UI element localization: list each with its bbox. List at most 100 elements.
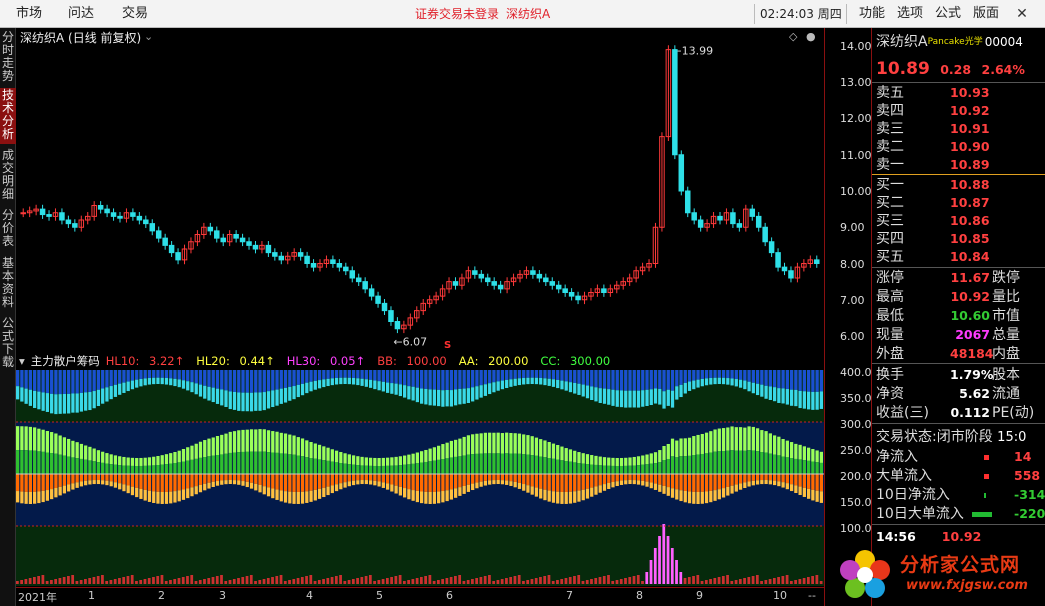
indicator-bar: [37, 428, 41, 452]
tab-fundamentals[interactable]: 基本资料: [0, 256, 16, 312]
indicator-volume-bar: [488, 575, 491, 584]
indicator-bar: [254, 474, 258, 484]
indicator-bar: [279, 370, 283, 389]
tab-price-table[interactable]: 分价表: [0, 208, 16, 252]
indicator-bar: [186, 488, 190, 499]
indicator-bar: [721, 488, 726, 498]
menu-layout[interactable]: 版面: [973, 0, 999, 28]
menu-wenda[interactable]: 问达: [68, 0, 94, 28]
indicator-bar: [75, 458, 79, 474]
indicator-bar: [241, 370, 245, 393]
trade-status-label: 交易状态:: [876, 429, 937, 445]
indicator-bar: [692, 380, 696, 390]
scroll-handle[interactable]: --: [808, 589, 816, 602]
indicator-volume-bar: [471, 579, 474, 584]
indicator-bar: [228, 480, 232, 485]
indicator-bar: [16, 450, 20, 474]
indicator-bar: [590, 386, 594, 401]
chart-area[interactable]: ←13.99 ←6.07 S 深纺织A (日线 前复权) ⌄ ◇ ● ▾ 主力散户…: [16, 28, 824, 606]
indicator-bar: [385, 457, 390, 466]
indicator-bar: [420, 370, 424, 389]
chevron-down-icon[interactable]: ⌄: [144, 30, 153, 43]
indicator-chart[interactable]: [16, 370, 824, 586]
indicator-bar: [466, 388, 471, 404]
indicator-bar: [237, 430, 241, 453]
indicator-bar: [738, 370, 743, 380]
tab-trade-detail[interactable]: 成交明细: [0, 148, 16, 204]
indicator-bar: [334, 474, 339, 485]
indicator-bar: [666, 487, 670, 496]
indicator-bar: [232, 474, 237, 481]
flow-label: 净流入: [876, 449, 918, 465]
menu-trade[interactable]: 交易: [122, 0, 148, 28]
diamond-icon[interactable]: ◇: [789, 30, 797, 43]
collapse-icon[interactable]: ▾: [19, 354, 25, 368]
indicator-bar: [585, 464, 590, 474]
indicator-bar: [245, 392, 249, 412]
indicator-bar: [258, 370, 262, 393]
indicator-bar: [709, 452, 713, 474]
candle-body: [272, 252, 278, 257]
settings-dot-icon[interactable]: ●: [806, 30, 816, 43]
indicator-bar: [237, 474, 241, 481]
indicator-bar: [364, 457, 368, 466]
indicator-bar: [551, 379, 556, 387]
last-price: 10.89: [876, 59, 930, 79]
indicator-bar: [590, 474, 594, 488]
indicator-bar: [415, 452, 419, 464]
indicator-bar: [445, 458, 449, 474]
indicator-bar: [211, 387, 215, 403]
tab-formula-download[interactable]: 公式下载: [0, 316, 16, 372]
indicator-bar: [713, 429, 717, 452]
indicator-volume-bar: [738, 579, 742, 584]
indicator-bar: [84, 480, 88, 486]
indicator-bar: [347, 481, 351, 487]
indicator-bar: [581, 474, 585, 490]
indicator-bar: [296, 491, 300, 504]
candle-body: [252, 244, 259, 250]
indicator-bar: [721, 370, 726, 378]
indicator-volume-bar: [224, 581, 228, 584]
indicator-bar: [135, 379, 139, 388]
menu-function[interactable]: 功能: [859, 0, 885, 28]
indicator-bar: [20, 450, 24, 474]
indicator-volume-bar: [649, 560, 653, 584]
tab-timeshare[interactable]: 分时走势: [0, 30, 16, 86]
indicator-bar: [224, 390, 228, 407]
menu-formula[interactable]: 公式: [935, 0, 961, 28]
menu-options[interactable]: 选项: [897, 0, 923, 28]
indicator-bar: [300, 456, 305, 474]
close-icon[interactable]: ✕: [1012, 4, 1032, 24]
indicator-bar: [743, 450, 747, 474]
indicator-bar: [581, 489, 585, 501]
menu-market[interactable]: 市场: [16, 0, 42, 28]
indicator-bar: [33, 390, 37, 408]
indicator-bar: [177, 462, 181, 474]
indicator-bar: [811, 461, 815, 474]
indicator-bar: [509, 474, 513, 482]
flower-logo-icon: [840, 550, 890, 598]
candlestick-chart[interactable]: ←13.99 ←6.07 S: [16, 28, 824, 350]
indicator-bar: [169, 463, 173, 474]
indicator-bar: [67, 456, 71, 474]
indicator-bar: [279, 490, 283, 502]
indicator-bar: [755, 428, 760, 452]
indicator-bar: [581, 370, 585, 385]
indicator-bar: [126, 381, 130, 392]
indicator-bar: [258, 451, 262, 474]
flow-row: 净流入 14: [876, 448, 1031, 466]
tab-technical-analysis[interactable]: 技术分析: [0, 88, 16, 144]
trade-login-warning[interactable]: 证券交易未登录: [415, 0, 499, 28]
indicator-bar: [309, 474, 313, 491]
indicator-bar: [747, 481, 751, 487]
indicator-bar: [437, 474, 441, 492]
indicator-bar: [539, 439, 543, 457]
indicator-bar: [258, 474, 262, 486]
indicator-bar: [636, 456, 641, 466]
ask-row: 卖四 10.92: [876, 102, 990, 120]
indicator-bar: [560, 370, 564, 381]
stat-row-right-label: 总量: [992, 327, 1020, 343]
indicator-bar: [811, 474, 815, 490]
indicator-volume-bar: [696, 575, 700, 584]
indicator-bar: [24, 426, 28, 451]
